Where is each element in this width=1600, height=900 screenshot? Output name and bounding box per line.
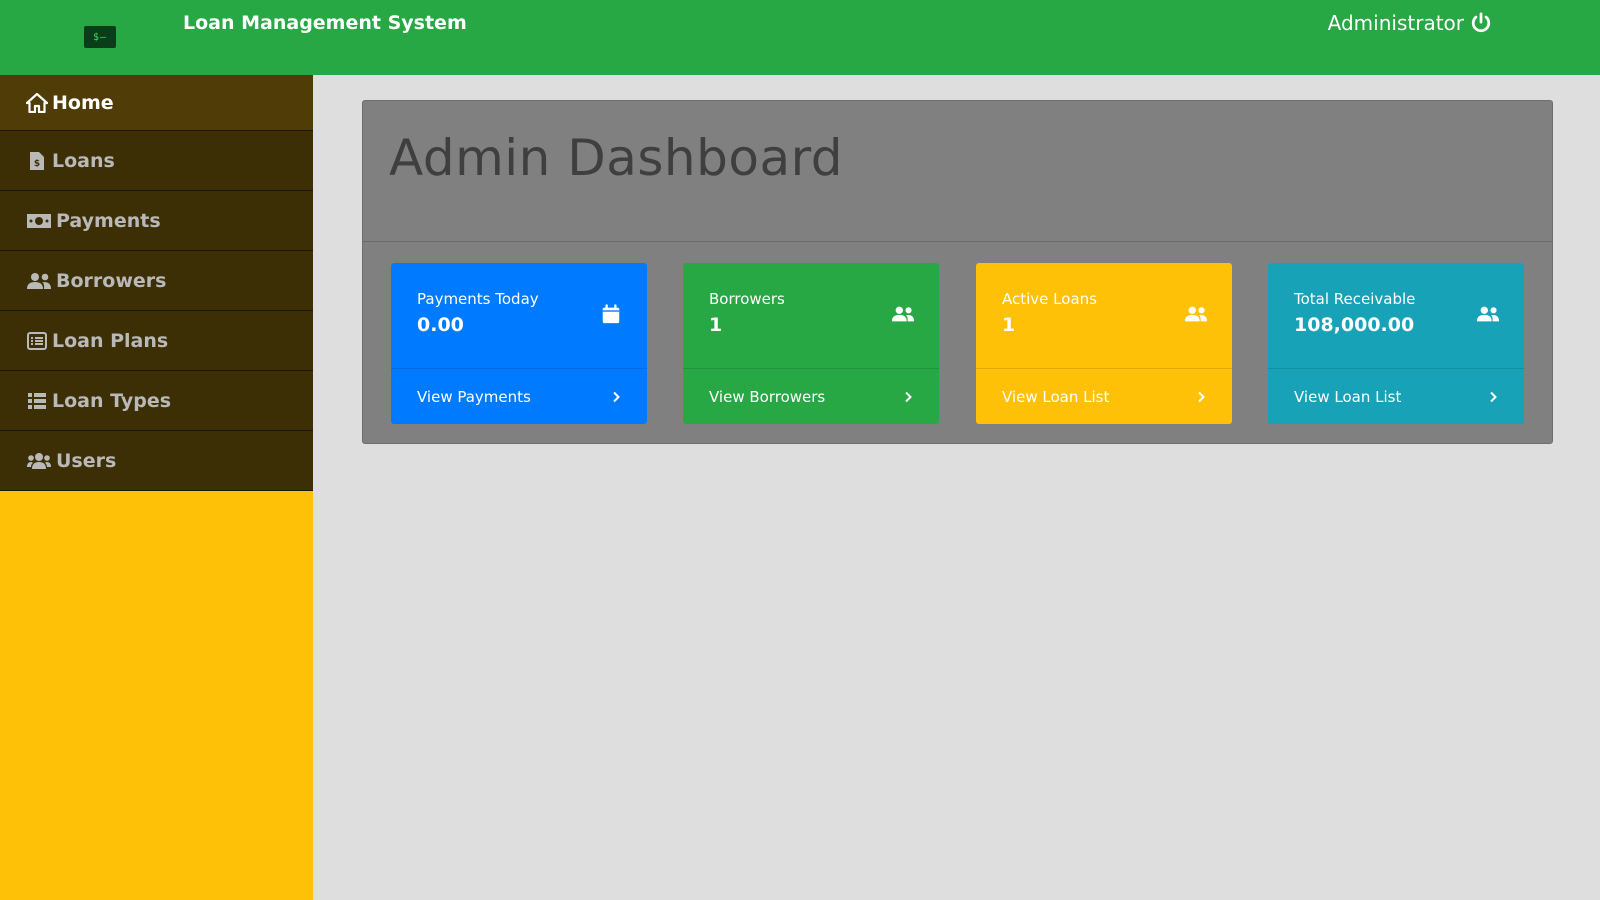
money-bill-icon — [26, 211, 52, 231]
file-invoice-dollar-icon: $ — [26, 151, 48, 171]
card-link-label: View Loan List — [1002, 387, 1110, 406]
power-icon[interactable] — [1470, 12, 1492, 34]
user-friends-icon — [891, 306, 915, 322]
card-body: Borrowers 1 — [683, 263, 939, 368]
card-value: 1 — [709, 314, 723, 336]
svg-text:$: $ — [34, 159, 40, 169]
users-icon — [26, 451, 52, 471]
home-icon — [26, 92, 48, 113]
sidebar-item-borrowers[interactable]: Borrowers — [0, 251, 313, 311]
card-body: Payments Today 0.00 — [391, 263, 647, 368]
sidebar-item-users[interactable]: Users — [0, 431, 313, 491]
sidebar-item-home[interactable]: Home — [0, 75, 313, 131]
view-loan-list-link[interactable]: View Loan List — [976, 368, 1232, 424]
sidebar-item-label: Users — [56, 449, 117, 472]
card-label: Payments Today — [417, 290, 539, 308]
view-payments-link[interactable]: View Payments — [391, 368, 647, 424]
chevron-right-icon — [1490, 391, 1497, 402]
panel-header: Admin Dashboard — [363, 101, 1552, 242]
card-value: 1 — [1002, 314, 1016, 336]
card-link-label: View Payments — [417, 387, 531, 406]
chevron-right-icon — [613, 391, 620, 402]
sidebar-item-payments[interactable]: Payments — [0, 191, 313, 251]
sidebar-item-label: Loan Types — [52, 389, 172, 412]
view-borrowers-link[interactable]: View Borrowers — [683, 368, 939, 424]
card-value: 108,000.00 — [1294, 314, 1415, 336]
user-friends-icon — [1476, 306, 1500, 322]
chevron-right-icon — [905, 391, 912, 402]
top-bar: $ — Loan Management System Administrator — [0, 0, 1600, 75]
card-payments-today: Payments Today 0.00 View Payments — [391, 263, 647, 424]
view-loan-list-link[interactable]: View Loan List — [1268, 368, 1524, 424]
th-list-icon — [26, 391, 48, 411]
sidebar-item-label: Home — [52, 91, 114, 114]
sidebar-item-label: Payments — [56, 209, 161, 232]
card-body: Active Loans 1 — [976, 263, 1232, 368]
sidebar: Home $ Loans Payments Borrowers Loan Pla… — [0, 75, 313, 900]
card-link-label: View Loan List — [1294, 387, 1402, 406]
card-label: Active Loans — [1002, 290, 1097, 308]
sidebar-item-label: Loans — [52, 149, 115, 172]
card-body: Total Receivable 108,000.00 — [1268, 263, 1524, 368]
user-friends-icon — [26, 271, 52, 291]
sidebar-item-label: Loan Plans — [52, 329, 169, 352]
sidebar-item-loan-plans[interactable]: Loan Plans — [0, 311, 313, 371]
calendar-icon — [602, 304, 620, 324]
card-borrowers: Borrowers 1 View Borrowers — [683, 263, 939, 424]
sidebar-item-label: Borrowers — [56, 269, 167, 292]
card-label: Total Receivable — [1294, 290, 1416, 308]
card-active-loans: Active Loans 1 View Loan List — [976, 263, 1232, 424]
card-link-label: View Borrowers — [709, 387, 826, 406]
user-friends-icon — [1184, 306, 1208, 322]
list-alt-icon — [26, 331, 48, 351]
dashboard-panel: Admin Dashboard Payments Today 0.00 View… — [362, 100, 1553, 444]
sidebar-item-loans[interactable]: $ Loans — [0, 131, 313, 191]
app-title: Loan Management System — [183, 12, 467, 34]
logo-icon: $ — — [84, 26, 116, 48]
user-menu[interactable]: Administrator — [1328, 11, 1492, 35]
card-label: Borrowers — [709, 290, 785, 308]
page-title: Admin Dashboard — [389, 129, 844, 187]
chevron-right-icon — [1198, 391, 1205, 402]
user-name: Administrator — [1327, 11, 1464, 35]
card-value: 0.00 — [417, 314, 464, 336]
card-total-receivable: Total Receivable 108,000.00 View Loan Li… — [1268, 263, 1524, 424]
sidebar-item-loan-types[interactable]: Loan Types — [0, 371, 313, 431]
